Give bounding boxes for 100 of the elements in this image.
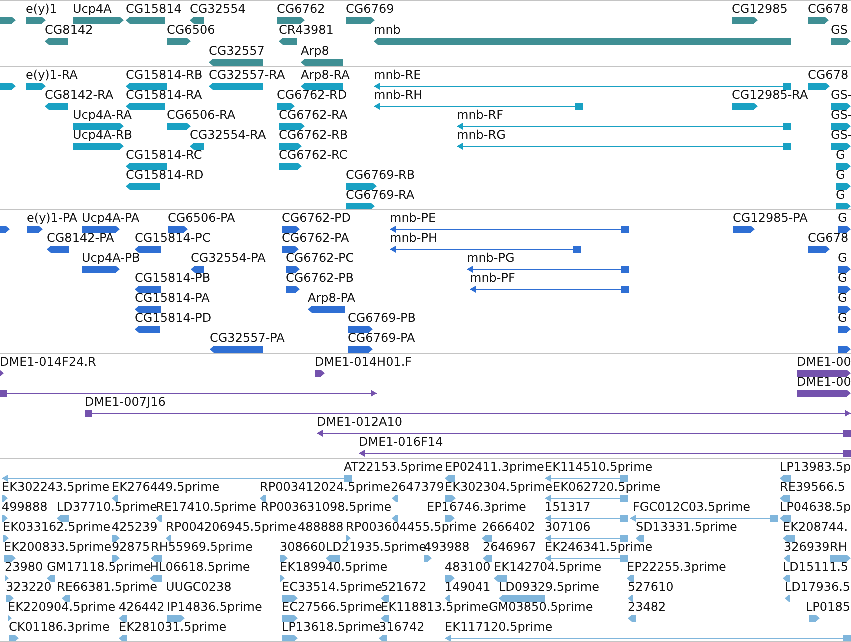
feature-label: CG15814-PB xyxy=(135,271,211,285)
feature-label: EK114510.5prime xyxy=(545,460,653,474)
feature-label: LD09329.5prime xyxy=(499,580,600,594)
feature-label: CG6769-PB xyxy=(348,311,416,325)
feature-label: Arp8 xyxy=(301,44,330,58)
feature-label: CG6762-RC xyxy=(279,148,348,162)
feature-label: mnb xyxy=(374,23,401,37)
feature-label: CG15814-RC xyxy=(126,148,202,162)
feature-label: GM03850.5prime xyxy=(489,600,594,614)
feature-label: FGC012C03.5prime xyxy=(633,500,751,514)
feature-label: GS xyxy=(831,23,848,37)
feature-label: 499888 xyxy=(2,500,48,514)
feature-label: CG6762-PD xyxy=(282,211,352,225)
feature-label: CG32557-PA xyxy=(210,331,285,345)
feature-label: LP13618.5prime xyxy=(282,620,381,634)
feature-label: 527610 xyxy=(628,580,674,594)
feature-label: EK117120.5prime xyxy=(445,620,553,634)
feature-label: CG32554 xyxy=(190,2,246,16)
feature-label: CK01186.3prime xyxy=(9,620,110,634)
feature-label: Ucp4A-RA xyxy=(73,108,132,122)
feature-label: Ucp4A-RB xyxy=(73,128,132,142)
feature-label: EK276449.5prime xyxy=(112,480,220,494)
feature-label: LD15111.5 xyxy=(783,560,849,574)
feature-label: RH55969.5prime xyxy=(151,540,253,554)
feature-label: 308660 xyxy=(280,540,326,554)
feature-label: CG15814-PC xyxy=(135,231,211,245)
feature-label: G xyxy=(838,251,848,265)
feature-label: EC27566.5prime xyxy=(282,600,383,614)
feature-label: CG6762-PA xyxy=(282,231,350,245)
feature-label: CG6769-RA xyxy=(346,188,415,202)
feature-label: CG32557-RA xyxy=(209,68,286,82)
feature-label: LD17936.5 xyxy=(785,580,851,594)
feature-label: RP003631098.5prime xyxy=(261,500,392,514)
feature-label: LP04638.5p xyxy=(780,500,851,514)
feature-label: EK302243.5prime xyxy=(2,480,110,494)
feature-label: 149041 xyxy=(445,580,491,594)
feature-label: mnb-RF xyxy=(457,108,504,122)
feature-label: CG15814-RA xyxy=(126,88,202,102)
feature-label: 326939 xyxy=(784,540,830,554)
feature-label: RE39566.5 xyxy=(780,480,846,494)
feature-label: EK302304.5prime xyxy=(445,480,553,494)
feature-label: EK200833.5prime xyxy=(4,540,112,554)
feature-label: G xyxy=(836,148,846,162)
feature-label: EK033162.5prime xyxy=(3,520,111,534)
feature-label: LD21935.5prime xyxy=(326,540,427,554)
feature-label: e(y)1-RA xyxy=(26,68,78,82)
feature-label: 2646967 xyxy=(483,540,536,554)
feature-label: Arp8-RA xyxy=(301,68,350,82)
feature-label: CG6762-RB xyxy=(279,128,348,142)
feature-label: G xyxy=(836,168,846,182)
feature-label: 488888 xyxy=(298,520,344,534)
feature-label: CG8142 xyxy=(45,23,94,37)
feature-label: mnb-RE xyxy=(374,68,422,82)
feature-label: CG32554-PA xyxy=(191,251,266,265)
feature-label: CG6769 xyxy=(346,2,394,16)
feature-label: EC33514.5prime xyxy=(282,580,383,594)
feature-label: DME1-00 xyxy=(797,375,851,389)
feature-label: e(y)1-PA xyxy=(27,211,78,225)
feature-label: G xyxy=(836,188,846,202)
feature-label: G xyxy=(838,311,848,325)
feature-label: EK062720.5prime xyxy=(553,480,661,494)
feature-label: 307106 xyxy=(545,520,591,534)
feature-label: CG8142-RA xyxy=(45,88,114,102)
feature-label: CG678 xyxy=(808,2,849,16)
feature-label: LP0185 xyxy=(806,600,850,614)
feature-label: EP22255.3prime xyxy=(627,560,726,574)
feature-label: mnb-RH xyxy=(374,88,423,102)
feature-label: CR43981 xyxy=(279,23,334,37)
feature-label: EK142704.5prime xyxy=(494,560,602,574)
feature-label: EP02411.3prime xyxy=(445,460,544,474)
feature-label: 2647379 xyxy=(391,480,444,494)
feature-label: AT22153.5prime xyxy=(344,460,444,474)
feature-label: EK281031.5prime xyxy=(119,620,227,634)
feature-label: RH xyxy=(830,540,848,554)
feature-label: RE66381.5prime xyxy=(57,580,158,594)
feature-label: CG12985-RA xyxy=(732,88,808,102)
feature-label: CG15814-RD xyxy=(126,168,204,182)
feature-label: G xyxy=(838,271,848,285)
feature-label: DME1-012A10 xyxy=(317,415,403,429)
feature-label: 316742 xyxy=(379,620,425,634)
feature-label: mnb-RG xyxy=(457,128,506,142)
feature-label: 425239 xyxy=(112,520,158,534)
feature-label: RP003604455.5prime xyxy=(346,520,477,534)
feature-label: G xyxy=(838,211,848,225)
feature-label: 23980 xyxy=(5,560,44,574)
feature-label: CG12985 xyxy=(732,2,788,16)
feature-label: IP14836.5prime xyxy=(167,600,262,614)
feature-label: 493988 xyxy=(424,540,470,554)
feature-label: EK208744. xyxy=(783,520,848,534)
feature-label: e(y)1 xyxy=(26,2,58,16)
feature-label: G xyxy=(838,291,848,305)
feature-label: DME1-00 xyxy=(797,355,851,369)
feature-label: 483100 xyxy=(445,560,491,574)
feature-label: SD13331.5prime xyxy=(636,520,738,534)
feature-label: CG6762-RA xyxy=(279,108,348,122)
feature-label: EK189940.5prime xyxy=(280,560,388,574)
feature-label: CG6762-PC xyxy=(286,251,354,265)
feature-label: Arp8-PA xyxy=(308,291,356,305)
feature-label: CG6762 xyxy=(277,2,326,16)
feature-label: CG6762-PB xyxy=(286,271,354,285)
